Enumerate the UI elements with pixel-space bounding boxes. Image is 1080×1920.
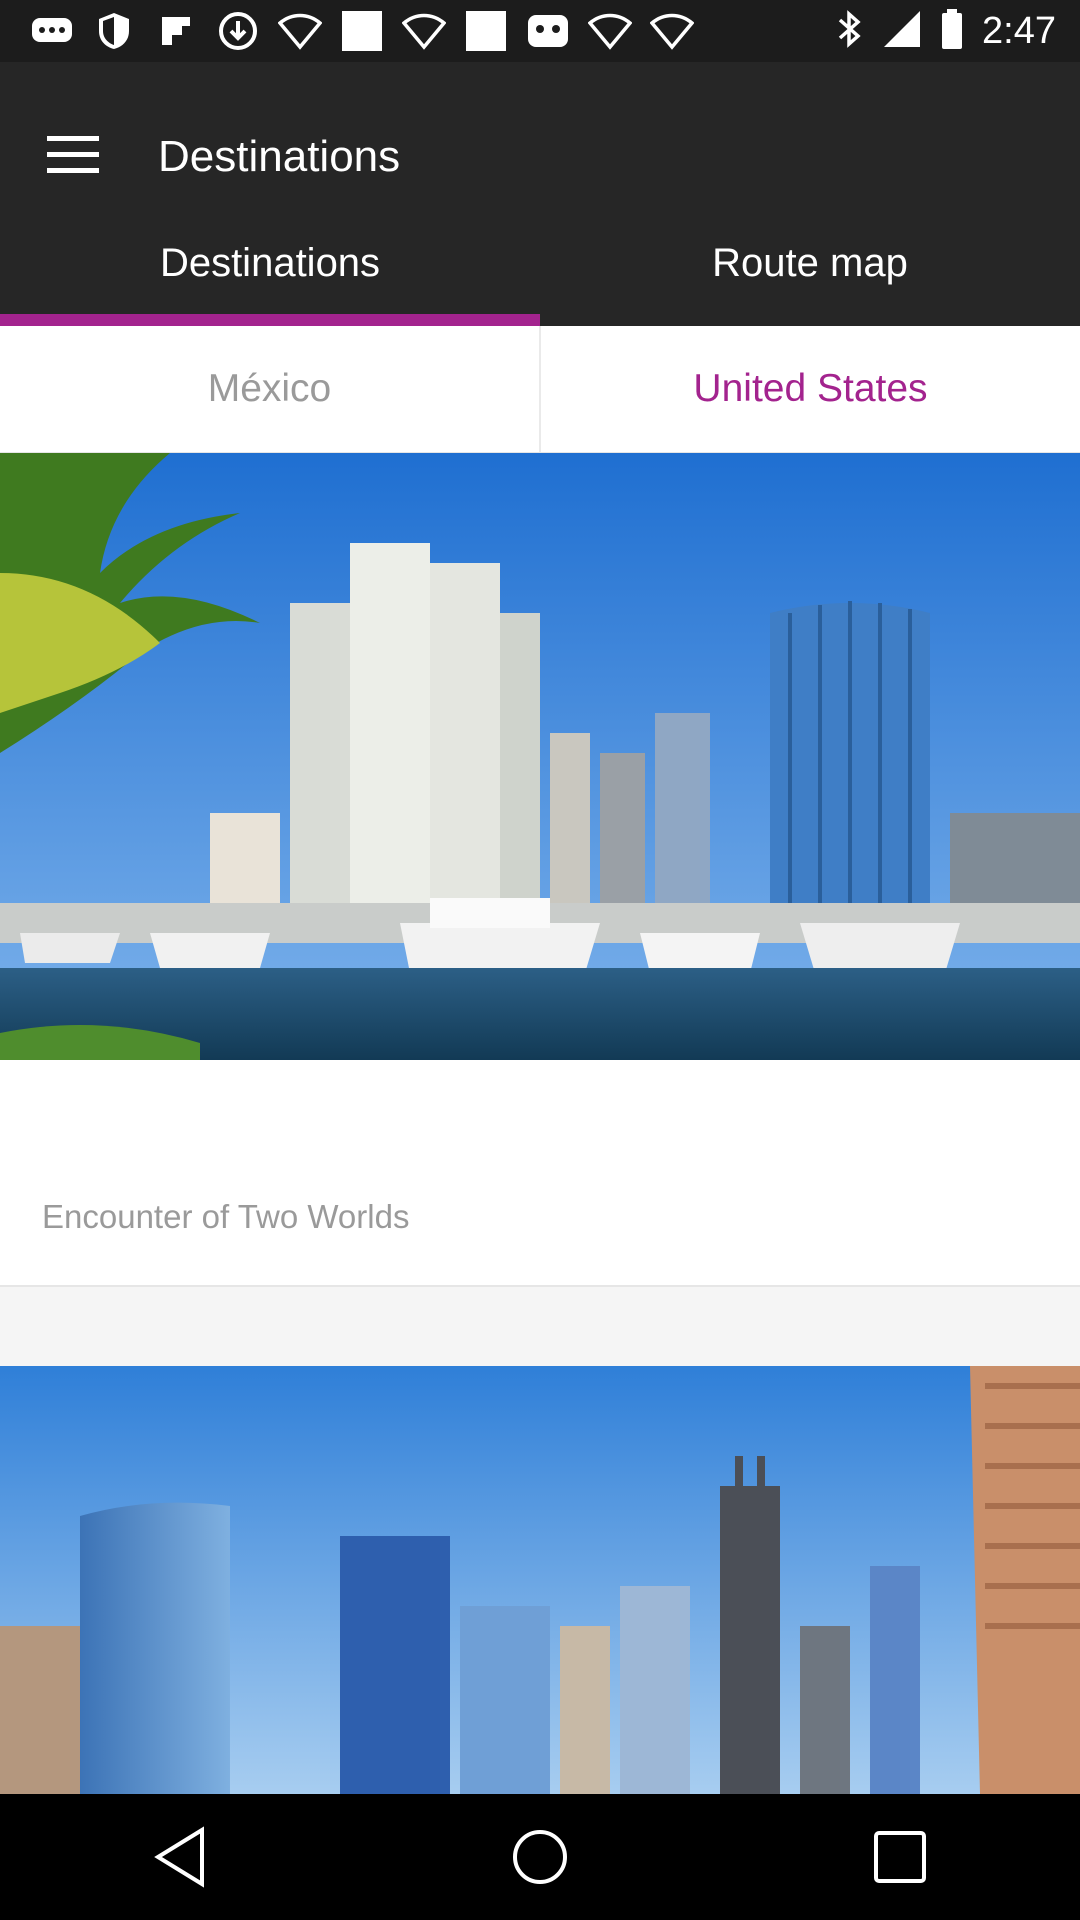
recents-icon[interactable] xyxy=(840,1797,960,1917)
wifi-icon xyxy=(648,10,696,52)
chat-icon xyxy=(28,10,76,52)
back-icon[interactable] xyxy=(120,1797,240,1917)
square-icon xyxy=(338,10,386,52)
destination-card-image[interactable] xyxy=(0,453,1080,1060)
page-title: Destinations xyxy=(158,132,401,181)
wifi-icon xyxy=(400,10,448,52)
square-icon xyxy=(462,10,510,52)
hamburger-menu-icon[interactable] xyxy=(30,112,116,198)
card-gap xyxy=(0,1287,1080,1366)
status-bar: 2:47 xyxy=(0,0,1080,62)
destination-card-image[interactable] xyxy=(0,1366,1080,1794)
bluetooth-icon xyxy=(836,8,864,55)
system-icons: 2:47 xyxy=(836,8,1056,54)
game-icon xyxy=(524,10,572,52)
clock: 2:47 xyxy=(982,9,1056,52)
tab-destinations[interactable]: Destinations xyxy=(0,200,540,326)
system-nav-bar xyxy=(0,1794,1080,1920)
subtab-united-states[interactable]: United States xyxy=(539,326,1080,452)
wifi-icon xyxy=(276,10,324,52)
main-tabs: Destinations Route map xyxy=(0,200,1080,326)
destination-caption[interactable]: Encounter of Two Worlds xyxy=(42,1198,409,1236)
wifi-icon xyxy=(586,10,634,52)
home-icon[interactable] xyxy=(480,1797,600,1917)
notification-icons xyxy=(28,10,696,52)
tab-route-map[interactable]: Route map xyxy=(540,200,1080,326)
flipboard-icon xyxy=(152,10,200,52)
shield-icon xyxy=(90,10,138,52)
signal-icon xyxy=(882,9,922,54)
battery-icon xyxy=(940,8,964,55)
download-icon xyxy=(214,10,262,52)
country-tabs: México United States xyxy=(0,326,1080,453)
subtab-mexico[interactable]: México xyxy=(0,326,539,452)
